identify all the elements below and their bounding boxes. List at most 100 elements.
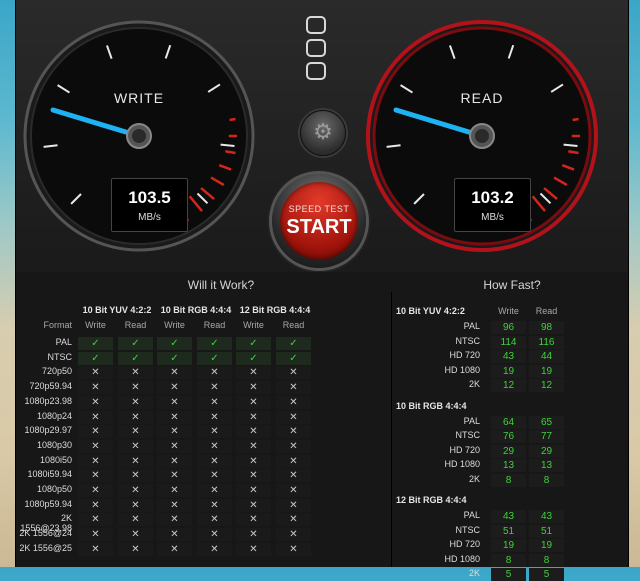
cross-icon: ✕ — [118, 425, 153, 439]
cross-icon: ✕ — [157, 439, 192, 453]
cross-icon: ✕ — [157, 484, 192, 497]
start-button-label: START — [286, 216, 352, 238]
write-fps-value: 8 — [491, 473, 526, 487]
how-fast-row-label: HD 720 — [449, 444, 480, 455]
cross-icon: ✕ — [78, 410, 113, 424]
gauge-redline-tick — [225, 149, 236, 155]
cross-icon: ✕ — [118, 395, 153, 409]
cross-icon: ✕ — [236, 366, 271, 380]
how-fast-row-label: NTSC — [455, 430, 481, 440]
read-gauge-label: READ — [460, 90, 504, 106]
read-fps-value: 44 — [529, 350, 564, 363]
write-fps-value: 19 — [491, 364, 526, 378]
speed-test-start-button[interactable]: SPEED TEST START — [272, 174, 366, 268]
cross-icon: ✕ — [276, 469, 311, 483]
write-fps-value: 19 — [491, 539, 526, 552]
cross-icon: ✕ — [197, 484, 232, 497]
cross-icon: ✕ — [236, 542, 271, 556]
write-fps-value: 96 — [491, 321, 526, 334]
read-fps-value: 98 — [529, 321, 564, 334]
write-fps-value: 64 — [491, 415, 526, 429]
cross-icon: ✕ — [78, 528, 113, 542]
gauge-redline-tick — [229, 117, 236, 122]
cross-icon: ✕ — [276, 366, 311, 380]
cross-icon: ✕ — [236, 381, 271, 395]
cross-icon: ✕ — [157, 542, 192, 556]
cross-icon: ✕ — [276, 498, 311, 512]
cross-icon: ✕ — [197, 410, 232, 424]
how-fast-row-label: PAL — [463, 321, 480, 331]
cross-icon: ✕ — [118, 542, 153, 556]
cross-icon: ✕ — [236, 425, 271, 439]
format-row-label: 1080p23.98 — [24, 395, 72, 406]
cross-icon: ✕ — [118, 469, 153, 483]
how-fast-row-label: HD 1080 — [444, 553, 480, 564]
cross-icon: ✕ — [276, 454, 311, 468]
write-fps-value: 43 — [491, 350, 526, 363]
cross-icon: ✕ — [157, 366, 192, 380]
blackmagic-disk-speed-test-window: WRITE 103.5 MB/s ⚙ SPEED TEST START READ — [15, 0, 629, 581]
wiw-group-header: 10 Bit YUV 4:2:2 — [82, 305, 152, 315]
check-icon: ✓ — [276, 351, 311, 365]
read-speed-value: 103.2 — [471, 188, 514, 207]
how-fast-section-header: 12 Bit RGB 4:4:4 — [396, 495, 467, 505]
how-fast-row-label: PAL — [463, 415, 480, 426]
cross-icon: ✕ — [118, 439, 153, 453]
cross-icon: ✕ — [197, 528, 232, 542]
cross-icon: ✕ — [197, 513, 232, 527]
cross-icon: ✕ — [157, 528, 192, 542]
format-row-label: 2K 1556@25 — [19, 542, 72, 553]
format-row-label: 1080p24 — [36, 410, 72, 421]
cross-icon: ✕ — [118, 484, 153, 497]
read-fps-value: 65 — [529, 415, 564, 429]
read-fps-value: 5 — [529, 568, 564, 581]
cross-icon: ✕ — [197, 454, 232, 468]
cross-icon: ✕ — [118, 454, 153, 468]
panel-divider — [391, 292, 392, 567]
check-icon: ✓ — [157, 337, 192, 350]
format-row-label: 1080p50 — [36, 484, 72, 494]
cross-icon: ✕ — [197, 395, 232, 409]
cross-icon: ✕ — [78, 366, 113, 380]
how-fast-section-header: 10 Bit YUV 4:2:2 — [396, 306, 465, 316]
cross-icon: ✕ — [118, 366, 153, 380]
cross-icon: ✕ — [197, 439, 232, 453]
read-fps-value: 29 — [529, 444, 564, 458]
close-window-button[interactable] — [306, 16, 326, 34]
cross-icon: ✕ — [78, 542, 113, 556]
cross-icon: ✕ — [276, 439, 311, 453]
gauge-redline-tick — [568, 149, 579, 155]
read-fps-value: 12 — [529, 379, 564, 392]
settings-button[interactable]: ⚙ — [300, 110, 346, 156]
zoom-window-button[interactable] — [306, 62, 326, 80]
how-fast-subheader: Read — [535, 306, 558, 316]
cross-icon: ✕ — [236, 469, 271, 483]
how-fast-row-label: 2K — [468, 379, 480, 389]
format-row-label: PAL — [55, 337, 72, 347]
read-readout: 103.2 MB/s — [454, 178, 531, 232]
wiw-subheader: Read — [203, 320, 226, 330]
how-fast-row-label: 2K — [468, 568, 480, 578]
how-fast-row-label: HD 720 — [449, 539, 480, 549]
wiw-group-header: 10 Bit RGB 4:4:4 — [160, 305, 232, 315]
write-fps-value: 114 — [491, 335, 526, 349]
check-icon: ✓ — [197, 337, 232, 350]
minimize-window-button[interactable] — [306, 39, 326, 57]
read-fps-value: 77 — [529, 430, 564, 443]
write-fps-value: 13 — [491, 459, 526, 472]
start-button-face[interactable]: SPEED TEST START — [280, 182, 358, 260]
check-icon: ✓ — [118, 351, 153, 365]
write-gauge-label: WRITE — [113, 90, 165, 106]
how-fast-row-label: NTSC — [455, 524, 481, 535]
write-fps-value: 43 — [491, 510, 526, 523]
read-fps-value: 43 — [529, 510, 564, 523]
write-fps-value: 51 — [491, 524, 526, 538]
cross-icon: ✕ — [276, 395, 311, 409]
how-fast-section-header: 10 Bit RGB 4:4:4 — [396, 400, 467, 411]
cross-icon: ✕ — [78, 381, 113, 395]
cross-icon: ✕ — [236, 439, 271, 453]
cross-icon: ✕ — [78, 425, 113, 439]
results-panel: Will it Work? How Fast? 10 Bit YUV 4:2:2… — [16, 272, 628, 581]
cross-icon: ✕ — [157, 469, 192, 483]
cross-icon: ✕ — [78, 439, 113, 453]
